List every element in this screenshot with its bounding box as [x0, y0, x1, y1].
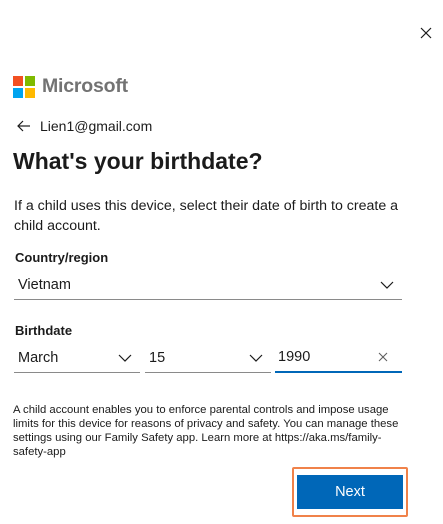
page-description: If a child uses this device, select thei… — [14, 198, 399, 234]
account-identity: Lien1@gmail.com — [16, 118, 152, 134]
birthdate-label: Birthdate — [15, 323, 73, 338]
country-select[interactable]: Vietnam — [14, 270, 402, 300]
day-value: 15 — [149, 349, 166, 366]
day-select[interactable]: 15 — [145, 343, 271, 373]
chevron-down-icon — [118, 354, 132, 362]
year-value: 1990 — [278, 349, 311, 365]
back-arrow-icon[interactable] — [16, 118, 32, 134]
chevron-down-icon — [249, 354, 263, 362]
next-button[interactable]: Next — [297, 475, 403, 509]
microsoft-logo: Microsoft — [13, 75, 128, 98]
month-select[interactable]: March — [14, 343, 140, 373]
page-title: What's your birthdate? — [13, 148, 263, 174]
month-value: March — [18, 349, 59, 366]
country-value: Vietnam — [18, 276, 71, 293]
microsoft-logo-icon — [13, 76, 35, 98]
close-icon[interactable] — [417, 24, 435, 42]
next-button-focus-outline: Next — [292, 467, 408, 517]
account-email: Lien1@gmail.com — [40, 118, 153, 134]
clear-icon[interactable] — [377, 351, 389, 363]
chevron-down-icon — [380, 281, 394, 289]
child-account-note: A child account enables you to enforce p… — [13, 404, 399, 458]
birthdate-dialog: Microsoft Lien1@gmail.com What's your bi… — [0, 0, 443, 524]
brand-name: Microsoft — [42, 75, 128, 97]
country-label: Country/region — [15, 250, 109, 265]
year-input[interactable]: 1990 — [275, 343, 402, 373]
